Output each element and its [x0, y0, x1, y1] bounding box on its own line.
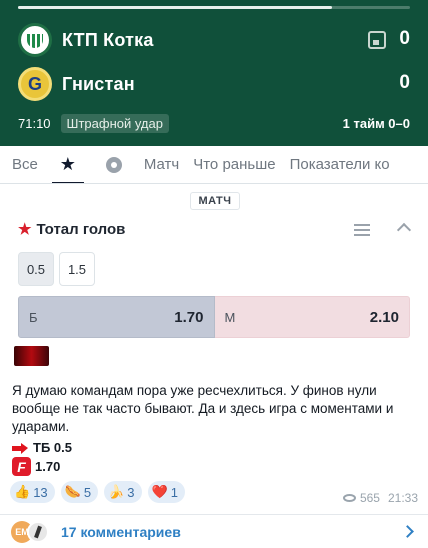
away-team-score: 0 [399, 72, 410, 93]
tab-settings[interactable] [98, 146, 130, 183]
comments-link[interactable]: 17 комментариев [61, 524, 181, 540]
market-title: ★ Тотал голов [18, 220, 126, 239]
hotdog-icon: 🌭 [64, 484, 81, 499]
comments-bar[interactable]: EM 17 комментариев [0, 514, 428, 548]
half-score: 1 тайм 0–0 [342, 115, 410, 131]
reaction-count: 1 [170, 484, 178, 500]
away-team-logo-icon: G [18, 67, 52, 101]
match-header: КТП Котка 0 G Гнистан 0 71:10 Штрафной у… [0, 0, 428, 146]
away-team-name: Гнистан [62, 73, 135, 94]
over-label: Б [29, 309, 38, 325]
tab-match[interactable]: Матч [144, 146, 179, 183]
view-count: 565 [359, 491, 380, 505]
post-meta: 565 21:33 [342, 491, 418, 505]
pick-odd: 1.70 [35, 459, 61, 474]
tab-what-first[interactable]: Что раньше [193, 146, 275, 183]
arrow-right-icon [12, 442, 28, 454]
market-tabs: Все ★ Матч Что раньше Показатели ко [0, 146, 428, 184]
tab-favorites[interactable]: ★ [51, 146, 84, 183]
odds-row: Б 1.70 М 2.10 [18, 296, 410, 338]
star-icon: ★ [59, 154, 76, 174]
under-odd-value: 2.10 [369, 308, 399, 326]
over-odd-value: 1.70 [174, 308, 204, 326]
reaction-hotdog[interactable]: 🌭 5 [60, 481, 99, 503]
reaction-banana[interactable]: 🍌 3 [104, 481, 142, 503]
thumbs-up-icon: 👍 [14, 484, 31, 499]
reactions: 👍 13 🌭 5 🍌 3 ❤️ 1 [10, 481, 191, 503]
over-odd-button[interactable]: Б 1.70 [18, 296, 215, 338]
away-team-row[interactable]: G Гнистан 0 [18, 66, 410, 102]
reaction-count: 3 [127, 484, 135, 500]
reaction-thumbs-up[interactable]: 👍 13 [10, 481, 55, 503]
chevron-right-icon [401, 525, 414, 538]
media-thumbnail[interactable] [14, 346, 49, 366]
gear-icon [105, 156, 122, 173]
under-label: М [224, 309, 236, 325]
post-time: 21:33 [387, 491, 418, 505]
penalty-card-icon [368, 31, 386, 49]
home-team-logo-icon [18, 23, 52, 57]
chevron-up-icon[interactable] [396, 222, 412, 238]
under-odd-button[interactable]: М 2.10 [214, 296, 410, 338]
post-text: Я думаю командам пора уже ресчехлиться. … [12, 383, 394, 434]
tab-stats[interactable]: Показатели ко [290, 146, 390, 183]
home-team-score: 0 [399, 28, 410, 49]
reaction-heart[interactable]: ❤️ 1 [147, 481, 185, 503]
banana-icon: 🍌 [108, 484, 125, 499]
avatar [27, 520, 49, 543]
line-option-1-5[interactable]: 1.5 [59, 252, 95, 286]
home-team-row[interactable]: КТП Котка 0 [18, 22, 410, 58]
post-card: МАТЧ ★ Тотал голов 0.5 1.5 Б 1.70 М 2.10… [0, 184, 428, 514]
list-icon[interactable] [354, 224, 370, 236]
bookmaker-logo-icon: F [12, 457, 31, 476]
reaction-count: 13 [33, 484, 48, 500]
pick-row: ТБ 0.5 [12, 440, 72, 455]
match-event-badge: Штрафной удар [60, 113, 169, 133]
pick-odd-row: F 1.70 [12, 457, 60, 476]
favorite-star-icon[interactable]: ★ [18, 220, 31, 238]
line-option-0-5[interactable]: 0.5 [18, 252, 54, 286]
home-team-name: КТП Котка [62, 29, 154, 50]
market-title-text: Тотал голов [36, 220, 126, 238]
match-progress-fill [18, 6, 332, 9]
tab-all[interactable]: Все [12, 146, 38, 183]
pick-text: ТБ 0.5 [33, 440, 72, 455]
match-time: 71:10 [18, 115, 51, 131]
match-progress-bar [18, 6, 410, 9]
reaction-count: 5 [83, 484, 92, 500]
match-status: 71:10 Штрафной удар 1 тайм 0–0 [18, 113, 410, 133]
section-label: МАТЧ [190, 192, 240, 210]
eye-icon [342, 494, 356, 502]
heart-icon: ❤️ [151, 484, 168, 499]
